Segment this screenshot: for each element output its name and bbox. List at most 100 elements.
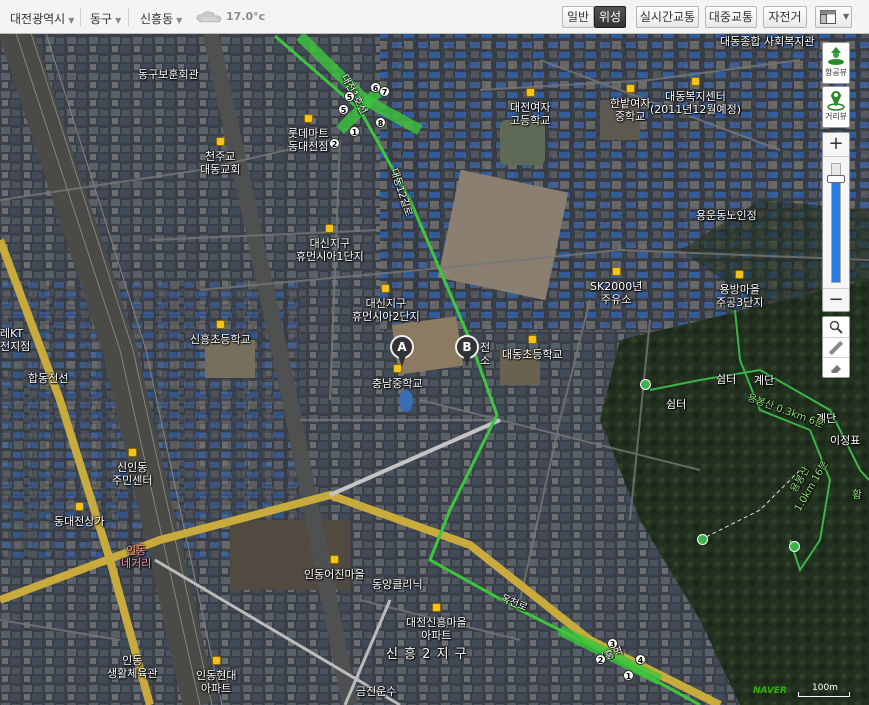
naver-logo: NAVER: [753, 686, 787, 696]
bicycle-button[interactable]: 자전거: [763, 6, 807, 28]
magnify-icon: [829, 320, 843, 334]
subway-exit[interactable]: 7: [379, 86, 390, 97]
building-icon: [691, 77, 701, 86]
satellite-map[interactable]: 동구보훈회관 대동종합 사회복지관 대동복지센터 (2011년12월예정) 대전…: [0, 0, 869, 705]
apartment-icon: [325, 224, 335, 233]
breadcrumb-neighborhood[interactable]: 신흥동 ▼: [140, 10, 182, 27]
zoom-slider-track[interactable]: [827, 163, 845, 283]
school-icon: [625, 84, 635, 93]
zoom-out-button[interactable]: −: [823, 288, 849, 312]
breadcrumb-label: 동구: [90, 12, 113, 26]
trail-arrow-icon[interactable]: [789, 541, 800, 552]
map-label: 대신지구 휴먼시아1단지: [296, 224, 364, 263]
zoom-level-fill: [832, 175, 840, 282]
map-type-satellite-button[interactable]: 위성: [594, 6, 626, 28]
breadcrumb-city[interactable]: 대전광역시 ▼: [10, 10, 74, 27]
divider: [128, 8, 129, 26]
breadcrumb-label: 신흥동: [140, 12, 174, 26]
subway-exit[interactable]: 3: [607, 638, 618, 649]
apartment-icon: [381, 284, 391, 293]
map-label: 대동초등학교: [502, 335, 563, 361]
chevron-down-icon: ▼: [115, 16, 122, 25]
cloud-icon: [196, 11, 222, 23]
map-label: 대전여자 고등학교: [510, 88, 550, 127]
map-label: 이정표: [830, 434, 861, 447]
breadcrumb-district[interactable]: 동구 ▼: [90, 10, 121, 27]
apartment-icon: [735, 270, 745, 279]
chevron-down-icon: ▼: [843, 12, 850, 21]
eraser-tool-button[interactable]: [823, 357, 849, 377]
apartment-icon: [431, 603, 441, 612]
divider: [80, 8, 81, 26]
ruler-tool-button[interactable]: [823, 337, 849, 357]
school-icon: [527, 335, 537, 344]
marker-tail: [398, 355, 406, 367]
subway-exit[interactable]: 2: [595, 654, 606, 665]
top-toolbar: 대전광역시 ▼ 동구 ▼ 신흥동 ▼ 17.0°c 일반 위성 실시간교통 대중교통 …: [0, 0, 869, 34]
map-label: 용방마을 주공3단지: [716, 270, 763, 309]
apartment-icon: [329, 555, 339, 564]
zoom-in-button[interactable]: +: [823, 133, 849, 157]
eraser-icon: [831, 365, 841, 373]
map-label: 대전신흥마을 아파트: [406, 603, 467, 642]
panel-layout-icon: [820, 10, 836, 24]
map-type-general-button[interactable]: 일반: [562, 6, 594, 28]
subway-exit[interactable]: 5: [344, 91, 355, 102]
map-label: 금진운수: [356, 685, 397, 698]
map-label: 대동복지센터 (2011년12월예정): [650, 77, 741, 116]
map-label: 인동현대 아파트: [196, 656, 236, 695]
marker-a[interactable]: A: [390, 335, 414, 369]
map-label: 동양클리닉: [372, 578, 423, 591]
map-label: 쉼터: [666, 398, 687, 411]
school-icon: [215, 320, 225, 329]
trail-arrow-icon[interactable]: [697, 534, 708, 545]
map-label: 합동전선: [28, 372, 69, 385]
map-label: 용운동노인정: [696, 209, 757, 222]
aerial-view-icon: [828, 47, 844, 65]
breadcrumb-label: 대전광역시: [10, 12, 66, 26]
subway-exit[interactable]: 8: [375, 117, 386, 128]
map-label: SK2000년 주유소: [590, 267, 642, 306]
map-label: 레KT 전지점: [0, 327, 31, 353]
map-label: 계단: [754, 374, 775, 387]
gas-station-icon: [611, 267, 621, 276]
layout-toggle-button[interactable]: ▼: [815, 6, 852, 28]
map-label: 롯데마트 동대전점: [288, 114, 328, 153]
subway-exit[interactable]: 5: [338, 104, 349, 115]
map-label: 신인동 주민센터: [112, 448, 152, 487]
temperature: 17.0°c: [226, 10, 266, 23]
realtime-traffic-button[interactable]: 실시간교통: [636, 6, 699, 28]
map-label: 신 흥 2 지 구: [386, 647, 468, 662]
church-icon: [215, 137, 225, 146]
shopping-icon: [303, 114, 313, 123]
subway-exit[interactable]: 2: [329, 138, 340, 149]
marker-b[interactable]: B: [455, 335, 479, 369]
map-label: 천주교 대동교회: [200, 137, 240, 176]
map-label: 쉼터: [716, 373, 737, 386]
map-label: 인동 생활체육관: [107, 654, 158, 680]
street-view-label: 거리뷰: [824, 112, 848, 121]
map-tools: [822, 316, 850, 378]
aerial-view-button[interactable]: 항공뷰: [822, 42, 850, 84]
subway-exit[interactable]: 1: [349, 126, 360, 137]
subway-exit[interactable]: 1: [623, 670, 634, 681]
chevron-down-icon: ▼: [68, 16, 75, 25]
map-label: 인동어진마을: [304, 555, 365, 581]
apartment-icon: [211, 656, 221, 665]
subway-exit[interactable]: 4: [635, 654, 646, 665]
map-label: 대동종합 사회복지관: [720, 35, 815, 48]
map-label: 한밭여자 중학교: [610, 84, 650, 123]
public-transit-button[interactable]: 대중교통: [705, 6, 757, 28]
trail-arrow-icon[interactable]: [640, 379, 651, 390]
shopping-icon: [74, 502, 84, 511]
street-view-button[interactable]: 거리뷰: [822, 86, 850, 128]
scale-label: 100m: [812, 683, 838, 693]
street-view-icon: [827, 91, 845, 111]
zoom-slider-handle[interactable]: [827, 175, 845, 183]
magnify-tool-button[interactable]: [823, 317, 849, 337]
chevron-down-icon: ▼: [176, 16, 183, 25]
map-label: 인동 네거리: [121, 544, 152, 570]
aerial-view-label: 항공뷰: [824, 68, 848, 77]
ruler-icon: [829, 341, 843, 355]
map-label: 전 소: [480, 341, 491, 367]
